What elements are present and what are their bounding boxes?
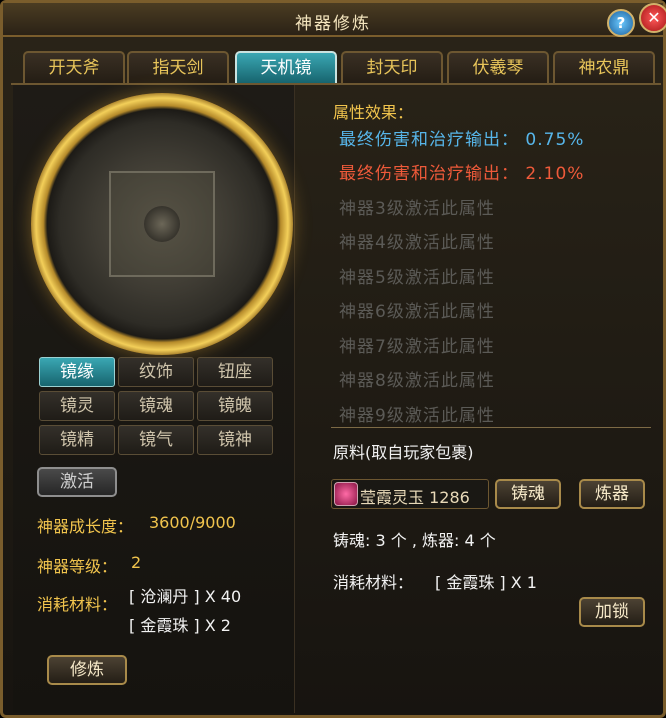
artifact-tabs: 开天斧 指天剑 天机镜 封天印 伏羲琴 神农鼎 xyxy=(23,51,663,85)
close-icon[interactable]: ✕ xyxy=(639,3,666,33)
sub-btn-wenshi[interactable]: 纹饰 xyxy=(118,357,194,387)
materials-heading: 原料(取自玩家包裹) xyxy=(333,443,474,462)
help-icon[interactable]: ? xyxy=(607,9,635,37)
mirror-artifact-image xyxy=(31,93,293,355)
level-value: 2 xyxy=(131,553,142,572)
materials-consume-item: [ 金霞珠 ] X 1 xyxy=(435,573,537,592)
attr-locked-4: 神器4级激活此属性 xyxy=(339,233,495,253)
window: 神器修炼 ? ✕ 开天斧 指天剑 天机镜 封天印 伏羲琴 神农鼎 镜缘 纹饰 钮… xyxy=(0,0,666,718)
material-counts: 铸魂: 3 个 , 炼器: 4 个 xyxy=(333,531,496,550)
attr-locked-5: 神器5级激活此属性 xyxy=(339,268,495,288)
window-title: 神器修炼 xyxy=(295,14,371,34)
attributes-heading: 属性效果： xyxy=(333,103,414,122)
materials-consume-label: 消耗材料： xyxy=(333,573,414,592)
attr-next: 最终伤害和治疗输出： 2.10% xyxy=(339,164,585,184)
forge-soul-button[interactable]: 铸魂 xyxy=(495,479,561,509)
level-label: 神器等级： xyxy=(37,557,118,576)
attr-current: 最终伤害和治疗输出： 0.75% xyxy=(339,130,585,150)
sub-btn-jingling[interactable]: 镜灵 xyxy=(39,391,115,421)
lock-button[interactable]: 加锁 xyxy=(579,597,645,627)
tab-kaitianfu[interactable]: 开天斧 xyxy=(23,51,125,83)
sub-btn-jinghun[interactable]: 镜魂 xyxy=(118,391,194,421)
left-panel: 镜缘 纹饰 钮座 镜灵 镜魂 镜魄 镜精 镜气 镜神 激活 神器成长度： 360… xyxy=(13,85,295,713)
consume-label: 消耗材料： xyxy=(37,595,118,614)
mirror-knob xyxy=(144,206,180,242)
tab-fuxiqin[interactable]: 伏羲琴 xyxy=(447,51,549,83)
sub-btn-jingyuan[interactable]: 镜缘 xyxy=(39,357,115,387)
section-divider xyxy=(331,427,651,428)
growth-label: 神器成长度： xyxy=(37,517,134,536)
tab-fengtianyin[interactable]: 封天印 xyxy=(341,51,443,83)
sub-btn-jingqi[interactable]: 镜气 xyxy=(118,425,194,455)
tab-zhitianjian[interactable]: 指天剑 xyxy=(127,51,229,83)
activate-button[interactable]: 激活 xyxy=(37,467,117,497)
material-name: 莹霞灵玉 1286 xyxy=(360,488,470,507)
consume-item-2: [ 金霞珠 ] X 2 xyxy=(129,616,231,635)
attr-locked-9: 神器9级激活此属性 xyxy=(339,406,495,426)
consume-item-1: [ 沧澜丹 ] X 40 xyxy=(129,587,242,606)
sub-btn-jingpo[interactable]: 镜魄 xyxy=(197,391,273,421)
refine-button[interactable]: 修炼 xyxy=(47,655,127,685)
material-slot[interactable]: 莹霞灵玉 1286 xyxy=(331,479,489,509)
attr-locked-8: 神器8级激活此属性 xyxy=(339,371,495,391)
titlebar: 神器修炼 ? ✕ xyxy=(3,3,666,37)
attr-locked-3: 神器3级激活此属性 xyxy=(339,199,495,219)
growth-value: 3600/9000 xyxy=(149,513,236,532)
sub-btn-jingjing[interactable]: 镜精 xyxy=(39,425,115,455)
refine-tool-button[interactable]: 炼器 xyxy=(579,479,645,509)
sub-btn-niuzuo[interactable]: 钮座 xyxy=(197,357,273,387)
tab-tianjijing[interactable]: 天机镜 xyxy=(235,51,337,83)
gem-icon xyxy=(334,482,358,506)
tab-shennongding[interactable]: 神农鼎 xyxy=(553,51,655,83)
attr-locked-6: 神器6级激活此属性 xyxy=(339,302,495,322)
attr-locked-7: 神器7级激活此属性 xyxy=(339,337,495,357)
sub-btn-jingshen[interactable]: 镜神 xyxy=(197,425,273,455)
